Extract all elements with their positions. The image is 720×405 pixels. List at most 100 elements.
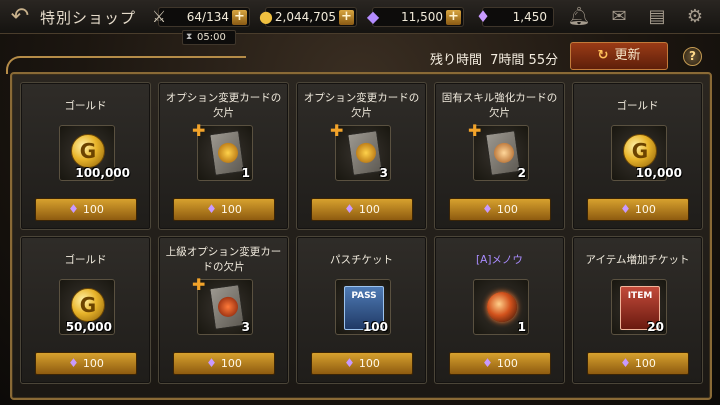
gem-counter: ◆ 11,500 + [367, 7, 464, 27]
top-bar: ↶ 特別ショップ ⚔ 64/134 + ● 2,044,705 + ◆ 11,5… [0, 0, 720, 34]
item-card[interactable]: ゴールド G 10,000 ♦ 100 [572, 82, 703, 230]
refresh-button[interactable]: ↻ 更新 [570, 42, 668, 70]
page-title: 特別ショップ [40, 9, 137, 27]
buy-button[interactable]: ♦ 100 [35, 352, 137, 375]
price-value: 100 [496, 203, 518, 216]
fragment-mark-icon: ✚ [192, 275, 206, 294]
item-quantity: 1 [517, 320, 526, 334]
item-card[interactable]: ゴールド G 100,000 ♦ 100 [20, 82, 151, 230]
price-value: 100 [220, 357, 242, 370]
stamina-timer-value: 05:00 [197, 32, 226, 43]
add-gem-button[interactable]: + [446, 10, 461, 25]
stamina-icon: ⚔ [151, 7, 167, 26]
item-name: オプション変更カードの欠片 [303, 92, 420, 119]
buy-button[interactable]: ♦ 100 [449, 198, 551, 221]
gold-coin-icon: G [623, 134, 657, 168]
remaining-time-label: 残り時間 [430, 53, 483, 68]
item-name: 上級オプション変更カードの欠片 [165, 246, 282, 273]
item-quantity: 2 [517, 166, 526, 180]
buy-button[interactable]: ♦ 100 [587, 352, 689, 375]
item-slot: G 100,000 [59, 125, 130, 181]
refresh-icon: ↻ [597, 48, 609, 63]
item-name: ゴールド [64, 253, 107, 266]
gem-value: 11,500 [401, 10, 443, 24]
price-value: 100 [82, 357, 104, 370]
card-fragment-icon [347, 130, 383, 176]
chat-icon[interactable]: ▤ [644, 6, 670, 28]
gold-coin-icon: G [71, 134, 105, 168]
purple-crystal-icon: ♦ [344, 202, 355, 216]
back-arrow-icon[interactable]: ↶ [6, 4, 34, 30]
item-card[interactable]: ゴールド G 50,000 ♦ 100 [20, 236, 151, 384]
item-name: ゴールド [616, 99, 659, 112]
stamina-timer: ⧗ 05:00 [182, 30, 236, 45]
bell-icon[interactable]: 🔔︎ [566, 6, 592, 28]
purple-crystal-icon: ♦ [206, 202, 217, 216]
item-name: パスチケット [330, 253, 393, 266]
fragment-mark-icon: ✚ [330, 121, 344, 140]
purple-crystal-icon: ♦ [68, 202, 79, 216]
item-name: 固有スキル強化カードの欠片 [441, 92, 558, 119]
buy-button[interactable]: ♦ 100 [587, 198, 689, 221]
buy-button[interactable]: ♦ 100 [311, 352, 413, 375]
item-card[interactable]: アイテム増加チケット ITEM 20 ♦ 100 [572, 236, 703, 384]
price-value: 100 [82, 203, 104, 216]
item-card[interactable]: オプション変更カードの欠片 ✚ 3 ♦ 100 [296, 82, 427, 230]
panel-ornament [6, 56, 246, 74]
purple-crystal-icon: ♦ [475, 7, 491, 26]
gold-value: 2,044,705 [274, 10, 336, 24]
item-slot: G 10,000 [611, 125, 682, 181]
purple-crystal-icon: ♦ [482, 202, 493, 216]
item-slot: ✚ 1 [192, 121, 253, 181]
purple-crystal-icon: ♦ [482, 356, 493, 370]
item-card[interactable]: 固有スキル強化カードの欠片 ✚ 2 ♦ 100 [434, 82, 565, 230]
mail-icon[interactable]: ✉ [606, 6, 632, 28]
fragment-mark-icon: ✚ [468, 121, 482, 140]
price-value: 100 [496, 357, 518, 370]
special-currency-counter: ♦ 1,450 [476, 7, 554, 27]
item-card[interactable]: 上級オプション変更カードの欠片 ✚ 3 ♦ 100 [158, 236, 289, 384]
item-slot: ✚ 3 [192, 275, 253, 335]
price-value: 100 [634, 357, 656, 370]
item-card[interactable]: オプション変更カードの欠片 ✚ 1 ♦ 100 [158, 82, 289, 230]
add-stamina-button[interactable]: + [232, 10, 247, 25]
remaining-time: 残り時間 7時間 55分 [430, 49, 558, 68]
special-currency-value: 1,450 [512, 10, 547, 24]
item-name: ゴールド [64, 99, 107, 112]
purple-crystal-icon: ♦ [68, 356, 79, 370]
gold-counter: ● 2,044,705 + [259, 7, 357, 27]
item-quantity: 10,000 [635, 166, 682, 180]
gold-coin-icon: G [71, 288, 105, 322]
buy-button[interactable]: ♦ 100 [35, 198, 137, 221]
price-value: 100 [220, 203, 242, 216]
item-slot: ✚ 3 [330, 121, 391, 181]
gem-icon: ◆ [366, 7, 380, 26]
buy-button[interactable]: ♦ 100 [173, 352, 275, 375]
item-name: アイテム増加チケット [585, 253, 690, 266]
fragment-mark-icon: ✚ [192, 121, 206, 140]
item-quantity: 100 [362, 320, 388, 334]
item-slot: ✚ 2 [468, 121, 529, 181]
remaining-time-value: 7時間 55分 [490, 53, 559, 68]
item-slot: ITEM 20 [611, 279, 667, 335]
price-value: 100 [358, 203, 380, 216]
purple-crystal-icon: ♦ [344, 356, 355, 370]
card-fragment-icon [209, 130, 245, 176]
item-card[interactable]: [A]メノウ 1 ♦ 100 [434, 236, 565, 384]
agate-orb-icon [487, 292, 517, 322]
buy-button[interactable]: ♦ 100 [311, 198, 413, 221]
stamina-value: 64/134 [186, 10, 229, 24]
refresh-label: 更新 [614, 48, 641, 63]
item-card[interactable]: パスチケット PASS 100 ♦ 100 [296, 236, 427, 384]
item-quantity: 3 [241, 320, 250, 334]
help-button[interactable]: ? [683, 47, 702, 66]
buy-button[interactable]: ♦ 100 [173, 198, 275, 221]
buy-button[interactable]: ♦ 100 [449, 352, 551, 375]
purple-crystal-icon: ♦ [206, 356, 217, 370]
add-gold-button[interactable]: + [339, 10, 354, 25]
gear-icon[interactable]: ⚙ [682, 6, 708, 28]
item-quantity: 50,000 [65, 320, 112, 334]
hourglass-icon: ⧗ [186, 32, 193, 42]
item-slot: G 50,000 [59, 279, 115, 335]
price-value: 100 [634, 203, 656, 216]
